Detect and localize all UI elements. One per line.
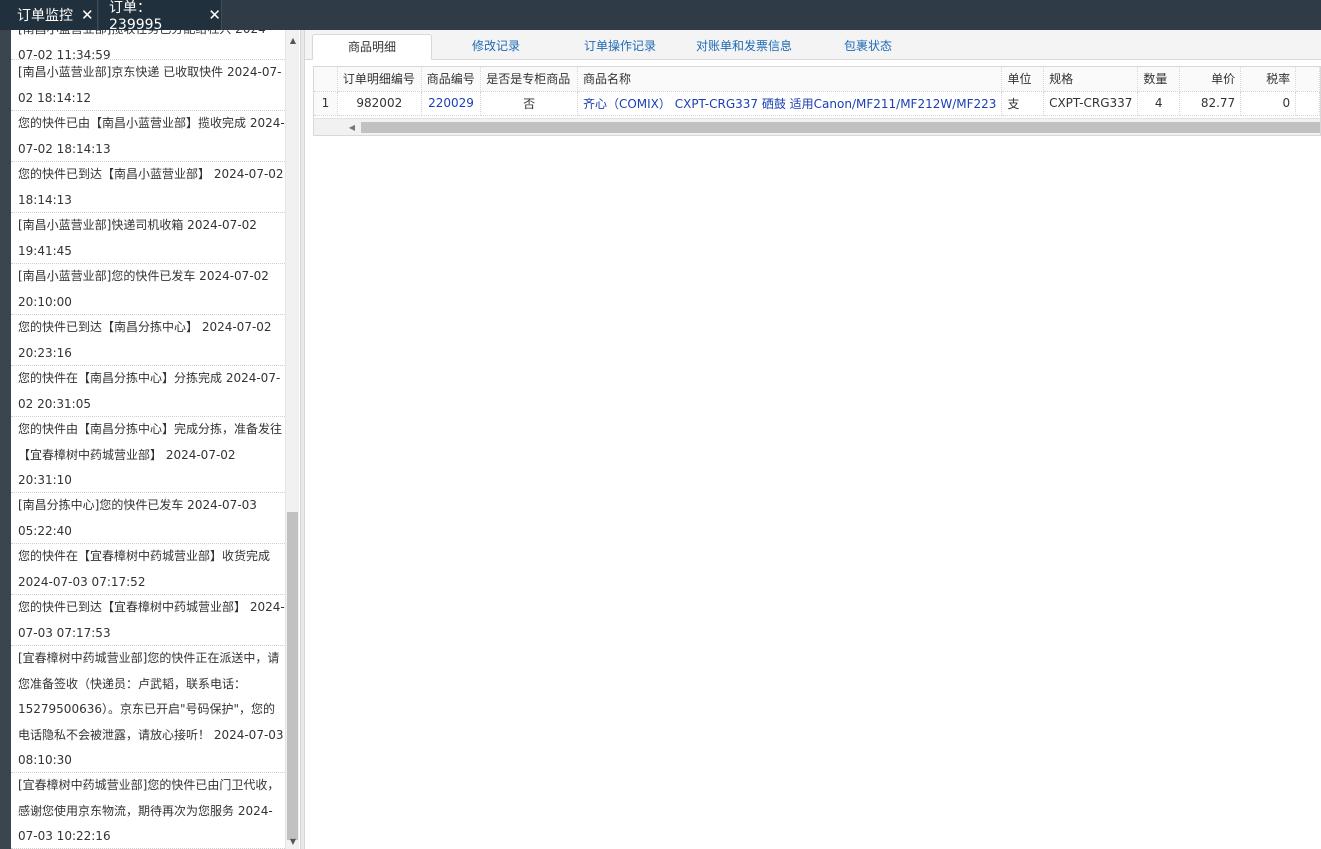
tab-product-details[interactable]: 商品明细 bbox=[312, 34, 432, 60]
spec-cell: CXPT-CRG337 bbox=[1043, 91, 1139, 116]
logistics-item: 您的快件已由【南昌小蓝营业部】揽收完成 2024-07-02 18:14:13 bbox=[11, 111, 285, 162]
product-name-link[interactable]: 齐心（COMIX） CXPT-CRG337 硒鼓 适用Canon/MF211/M… bbox=[577, 91, 1003, 116]
column-header[interactable]: 订单明细编号 bbox=[337, 67, 422, 92]
logistics-list: [南昌小蓝营业部]揽收任务已分配给杜兴 2024-07-02 11:34:59 … bbox=[11, 30, 285, 849]
logistics-item: [南昌小蓝营业部]您的快件已发车 2024-07-02 20:10:00 bbox=[11, 264, 285, 315]
tab-statement-invoice[interactable]: 对账单和发票信息 bbox=[685, 34, 803, 60]
row-number-header bbox=[314, 67, 338, 92]
horizontal-scrollbar[interactable]: ◀ bbox=[314, 118, 1320, 135]
table-header-row: 订单明细编号 商品编号 是否是专柜商品 商品名称 单位 规格 数量 单价 税率 bbox=[314, 67, 1320, 92]
product-id-link[interactable]: 220029 bbox=[421, 91, 482, 116]
logistics-item: 您的快件已到达【南昌小蓝营业部】 2024-07-02 18:14:13 bbox=[11, 162, 285, 213]
tab-modify-records[interactable]: 修改记录 bbox=[437, 34, 555, 60]
column-header[interactable]: 单价 bbox=[1179, 67, 1242, 92]
close-icon[interactable]: ✕ bbox=[208, 6, 221, 24]
vertical-scrollbar[interactable]: ▲ ▼ bbox=[285, 30, 299, 849]
logistics-item: [南昌分拣中心]您的快件已发车 2024-07-03 05:22:40 bbox=[11, 493, 285, 544]
tab-operation-records[interactable]: 订单操作记录 bbox=[560, 34, 680, 60]
logistics-item: 您的快件在【南昌分拣中心】分拣完成 2024-07-02 20:31:05 bbox=[11, 366, 285, 417]
tab-order-detail[interactable]: 订单：239995 ✕ bbox=[99, 0, 222, 33]
logistics-panel: [南昌小蓝营业部]揽收任务已分配给杜兴 2024-07-02 11:34:59 … bbox=[0, 30, 300, 849]
logistics-item: 您的快件由【南昌分拣中心】完成分拣，准备发往【宜春樟树中药城营业部】 2024-… bbox=[11, 417, 285, 493]
column-header bbox=[1295, 67, 1320, 92]
tab-package-status[interactable]: 包裹状态 bbox=[808, 34, 928, 60]
logistics-item: [南昌小蓝营业部]快递司机收箱 2024-07-02 19:41:45 bbox=[11, 213, 285, 264]
scroll-up-icon[interactable]: ▲ bbox=[286, 34, 300, 48]
top-tab-bar: 订单监控 ✕ 订单：239995 ✕ bbox=[0, 0, 1321, 33]
tax-rate-cell: 0 bbox=[1240, 91, 1297, 116]
scrollbar-thumb[interactable] bbox=[287, 512, 298, 840]
tab-label: 订单：239995 bbox=[109, 0, 163, 33]
column-header[interactable]: 商品编号 bbox=[421, 67, 482, 92]
logistics-item: [宜春樟树中药城营业部]您的快件已由门卫代收，感谢您使用京东物流，期待再次为您服… bbox=[11, 773, 285, 849]
counter-product-cell: 否 bbox=[480, 91, 578, 116]
order-detail-area: 商品明细 修改记录 订单操作记录 对账单和发票信息 包裹状态 订单明细编号 商品… bbox=[305, 30, 1321, 849]
tab-order-monitor[interactable]: 订单监控 ✕ bbox=[0, 0, 98, 30]
column-header[interactable]: 规格 bbox=[1043, 67, 1139, 92]
detail-id-cell: 982002 bbox=[337, 91, 422, 116]
column-header[interactable]: 数量 bbox=[1137, 67, 1181, 92]
panel-edge bbox=[0, 30, 11, 849]
logistics-item: [宜春樟树中药城营业部]您的快件正在派送中，请您准备签收（快递员：卢武韬，联系电… bbox=[11, 646, 285, 773]
unit-price-cell: 82.77 bbox=[1179, 91, 1242, 116]
column-header[interactable]: 单位 bbox=[1001, 67, 1045, 92]
logistics-item: 您的快件已到达【宜春樟树中药城营业部】 2024-07-03 07:17:53 bbox=[11, 595, 285, 646]
detail-tabs: 商品明细 修改记录 订单操作记录 对账单和发票信息 包裹状态 bbox=[305, 30, 1321, 60]
scroll-left-icon[interactable]: ◀ bbox=[345, 121, 359, 134]
empty-cell bbox=[1295, 91, 1320, 116]
product-table: 订单明细编号 商品编号 是否是专柜商品 商品名称 单位 规格 数量 单价 税率 … bbox=[313, 66, 1321, 136]
column-header[interactable]: 是否是专柜商品 bbox=[480, 67, 578, 92]
logistics-item: 您的快件在【宜春樟树中药城营业部】收货完成 2024-07-03 07:17:5… bbox=[11, 544, 285, 595]
row-number: 1 bbox=[314, 91, 338, 116]
scroll-down-icon[interactable]: ▼ bbox=[286, 835, 300, 849]
logistics-item: [南昌小蓝营业部]揽收任务已分配给杜兴 2024-07-02 11:34:59 bbox=[11, 30, 285, 60]
column-header[interactable]: 商品名称 bbox=[577, 67, 1003, 92]
table-row[interactable]: 1 982002 220029 否 齐心（COMIX） CXPT-CRG337 … bbox=[314, 91, 1320, 116]
close-icon[interactable]: ✕ bbox=[81, 6, 94, 24]
logistics-item: [南昌小蓝营业部]京东快递 已收取快件 2024-07-02 18:14:12 bbox=[11, 60, 285, 111]
tab-label: 订单监控 bbox=[17, 8, 73, 24]
unit-cell: 支 bbox=[1001, 91, 1045, 116]
logistics-item: 您的快件已到达【南昌分拣中心】 2024-07-02 20:23:16 bbox=[11, 315, 285, 366]
scrollbar-thumb[interactable] bbox=[361, 122, 1320, 133]
quantity-cell: 4 bbox=[1137, 91, 1181, 116]
column-header[interactable]: 税率 bbox=[1240, 67, 1297, 92]
